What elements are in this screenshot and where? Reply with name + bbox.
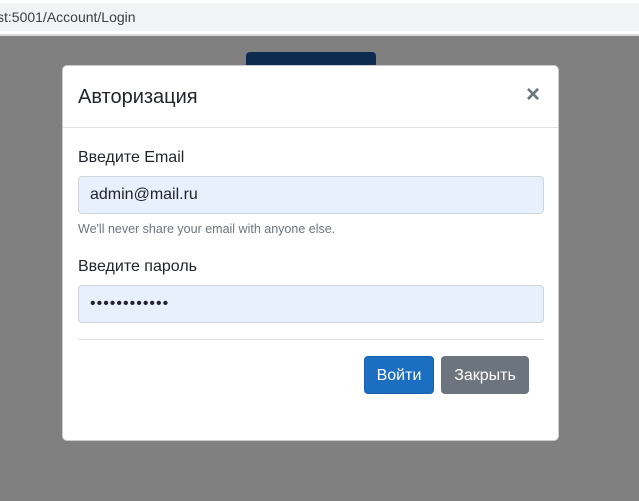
login-button[interactable]: Войти <box>364 356 434 394</box>
email-label: Введите Email <box>78 149 185 166</box>
password-label: Введите пароль <box>78 258 197 275</box>
login-modal: Авторизация × Введите Email admin@mail.r… <box>62 65 559 441</box>
email-help-text: We'll never share your email with anyone… <box>78 222 336 236</box>
modal-header: Авторизация × <box>63 66 558 128</box>
close-icon[interactable]: × <box>521 83 545 107</box>
url-field[interactable]: st:5001/Account/Login <box>0 3 639 31</box>
modal-title: Авторизация <box>78 86 198 108</box>
email-field[interactable]: admin@mail.ru <box>78 176 544 214</box>
browser-address-bar: st:5001/Account/Login <box>0 0 639 34</box>
password-field[interactable]: •••••••••••• <box>78 285 544 323</box>
close-button[interactable]: Закрыть <box>441 356 529 394</box>
footer-divider <box>78 339 544 340</box>
